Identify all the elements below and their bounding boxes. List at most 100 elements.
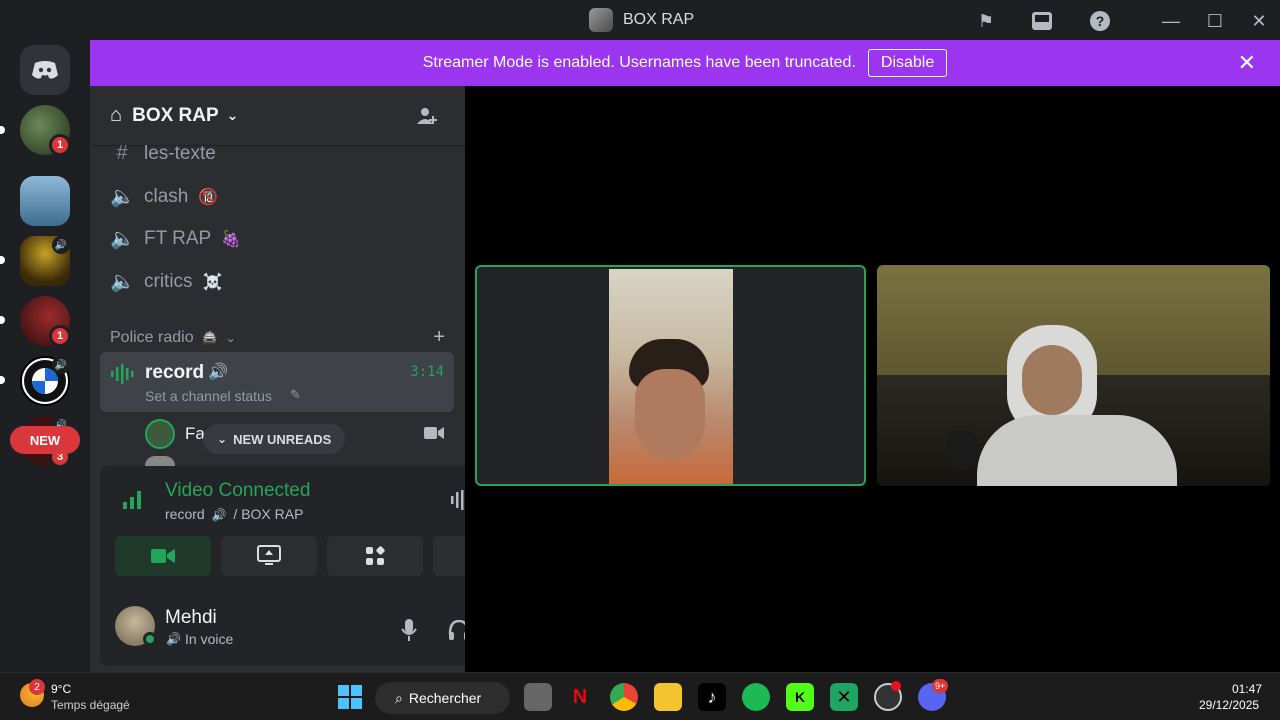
voice-channel-name: record xyxy=(145,362,205,383)
svg-text:?: ? xyxy=(1096,13,1105,29)
channel-emoji: 🔞 xyxy=(198,188,219,206)
channel-emoji: ☠️ xyxy=(202,273,223,291)
spotify-icon[interactable] xyxy=(742,683,770,711)
server-icon xyxy=(589,8,613,32)
share-screen-button[interactable] xyxy=(221,536,317,576)
start-button[interactable] xyxy=(336,683,364,711)
window-title-text: BOX RAP xyxy=(623,11,695,28)
video-content xyxy=(947,430,977,470)
connection-location: record 🔊 / BOX RAP xyxy=(165,506,303,522)
connection-state[interactable]: Video Connected xyxy=(165,480,310,502)
screen-share-icon xyxy=(257,545,281,565)
user-name[interactable]: Mehdi xyxy=(165,607,217,629)
weather-temp[interactable]: 9°C xyxy=(51,682,71,696)
channel-sidebar: ⌂ BOX RAP ⌄ # les-texte 🔈 clash 🔞 🔈 FT R… xyxy=(90,86,545,672)
minimize-icon[interactable]: — xyxy=(1158,8,1184,34)
netflix-icon[interactable]: N xyxy=(566,683,594,711)
video-tile-1[interactable] xyxy=(475,265,866,486)
maximize-icon[interactable]: ☐ xyxy=(1202,8,1228,34)
taskbar-search[interactable]: ⌕ Rechercher xyxy=(375,682,510,714)
kick-icon[interactable]: K xyxy=(786,683,814,711)
voice-speaker-icon: 🔊 xyxy=(52,236,70,254)
close-window-icon[interactable]: ✕ xyxy=(1246,8,1272,34)
guild-home-icon: ⌂ xyxy=(110,104,123,126)
discord-home-button[interactable] xyxy=(20,45,70,95)
speaker-icon: 🔈 xyxy=(110,186,135,208)
clock-date[interactable]: 29/12/2025 xyxy=(1199,698,1259,712)
online-status-dot xyxy=(143,632,157,646)
category-name: Police radio xyxy=(110,328,194,346)
chevron-down-icon: ⌄ xyxy=(226,107,239,123)
pencil-icon[interactable]: ✎ xyxy=(290,387,301,403)
create-channel-icon[interactable]: + xyxy=(433,326,445,349)
tiktok-icon[interactable]: ♪ xyxy=(698,683,726,711)
connection-server: / BOX RAP xyxy=(233,506,304,522)
discord-badge: 9+ xyxy=(932,679,949,693)
avatar[interactable] xyxy=(145,419,175,449)
recording-dot xyxy=(891,681,901,691)
unread-pip xyxy=(0,256,5,264)
channel-name: FT RAP xyxy=(144,227,212,249)
task-view-icon[interactable] xyxy=(524,683,552,711)
window-title: BOX RAP xyxy=(589,8,694,32)
banner-text: Streamer Mode is enabled. Usernames have… xyxy=(422,54,856,71)
voice-speaker-icon: 🔊 xyxy=(52,356,70,374)
new-unreads-pill-rail[interactable]: NEW xyxy=(10,426,80,454)
signal-icon xyxy=(122,488,144,515)
unread-pip xyxy=(0,126,5,134)
windows-logo-icon xyxy=(338,685,362,709)
mention-badge: 1 xyxy=(49,134,71,156)
video-tile-2[interactable] xyxy=(877,265,1270,486)
activities-icon xyxy=(366,546,385,565)
guild-header[interactable]: ⌂ BOX RAP ⌄ xyxy=(90,86,465,146)
speaker-icon: 🔈 xyxy=(110,271,135,293)
new-unreads-button[interactable]: ⌄ NEW UNREADS xyxy=(203,424,346,454)
discord-logo-icon xyxy=(32,61,58,79)
clock-time[interactable]: 01:47 xyxy=(1232,682,1262,696)
streamer-mode-banner: Streamer Mode is enabled. Usernames have… xyxy=(90,40,1280,86)
user-status: In voice xyxy=(185,631,234,647)
help-icon[interactable]: ? xyxy=(1087,8,1113,34)
chrome-icon[interactable] xyxy=(610,683,638,711)
server-icon-2[interactable] xyxy=(20,176,70,226)
file-explorer-icon[interactable] xyxy=(654,683,682,711)
voice-activity-icon xyxy=(110,364,134,389)
channel-status-link[interactable]: Set a channel status xyxy=(145,388,272,404)
connection-channel: record xyxy=(165,506,205,522)
video-content xyxy=(635,369,705,459)
flag-icon[interactable]: ⚑ xyxy=(973,8,999,34)
camera-button[interactable] xyxy=(115,536,211,576)
avatar[interactable] xyxy=(145,456,175,466)
video-content xyxy=(977,415,1177,486)
excel-like-app-icon[interactable]: ✕ xyxy=(830,683,858,711)
speaker-icon: 🔈 xyxy=(110,228,135,250)
inbox-icon[interactable] xyxy=(1029,8,1055,34)
channel-item-clash[interactable]: 🔈 clash 🔞 xyxy=(110,184,218,209)
camera-icon xyxy=(151,549,175,563)
channel-item-les-texte[interactable]: # les-texte xyxy=(110,142,216,165)
close-banner-icon[interactable]: ✕ xyxy=(1238,50,1256,76)
weather-badge: 2 xyxy=(29,679,45,695)
video-feed xyxy=(609,269,733,484)
channel-name: clash xyxy=(144,185,189,207)
activities-button[interactable] xyxy=(327,536,423,576)
channel-item-critics[interactable]: 🔈 critics ☠️ xyxy=(110,269,222,294)
mention-badge: 1 xyxy=(49,325,71,347)
channel-item-ft-rap[interactable]: 🔈 FT RAP 🍇 xyxy=(110,226,241,251)
invite-people-icon[interactable] xyxy=(415,104,439,134)
chevron-down-icon: ⌄ xyxy=(217,432,228,446)
channel-emoji: 🍇 xyxy=(221,230,242,248)
voice-channel-record[interactable]: record 🔊 3:14 Set a channel status ✎ xyxy=(100,352,454,412)
guild-name: BOX RAP xyxy=(132,104,219,126)
disable-streamer-mode-button[interactable]: Disable xyxy=(867,49,948,77)
category-police-radio[interactable]: Police radio 🚔 ⌄ + xyxy=(110,326,445,349)
windows-taskbar: 2 9°C Temps dégagé ⌕ Rechercher N ♪ K ✕ … xyxy=(0,672,1280,720)
server-rail: 1 🔊 1 🔊 🔊 3 NEW xyxy=(0,40,90,672)
weather-desc[interactable]: Temps dégagé xyxy=(51,698,130,712)
new-unreads-label: NEW UNREADS xyxy=(233,431,332,447)
participant-name[interactable]: Fa xyxy=(185,424,205,444)
speaker-icon: 🔊 xyxy=(208,364,228,381)
channel-name: les-texte xyxy=(144,142,216,164)
microphone-icon[interactable] xyxy=(395,616,423,644)
video-content xyxy=(1022,345,1082,415)
